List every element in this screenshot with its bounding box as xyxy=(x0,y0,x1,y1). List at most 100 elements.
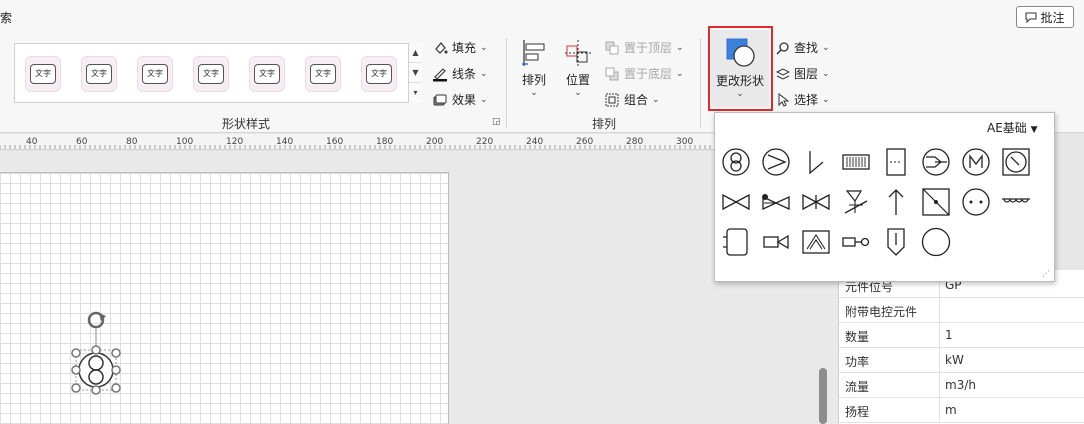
style-swatch[interactable]: 文字 xyxy=(305,56,341,92)
category-selector[interactable]: AE基础 ▼ xyxy=(987,119,1038,136)
comment-icon xyxy=(1025,12,1037,23)
arrange-icon xyxy=(522,40,545,66)
style-swatch[interactable]: 文字 xyxy=(249,56,285,92)
drawing-page[interactable] xyxy=(0,172,449,424)
selected-pump-shape[interactable] xyxy=(70,308,126,400)
property-row[interactable]: 扬程 m xyxy=(839,398,1084,423)
ruler-tick-label: 40 xyxy=(26,137,38,147)
line-button[interactable]: 线条 ⌄ xyxy=(432,65,488,82)
gallery-up-icon[interactable]: ▲ xyxy=(409,43,422,63)
chevron-down-icon: ⌄ xyxy=(574,88,582,98)
chevron-down-icon: ⌄ xyxy=(652,94,660,105)
shape-style-gallery[interactable]: 文字 文字 文字 文字 文字 文字 文字 xyxy=(14,43,422,103)
group-separator xyxy=(700,38,701,128)
ruler-tick-label: 300 xyxy=(676,137,693,147)
filter-symbol-icon[interactable] xyxy=(841,147,871,177)
style-swatch[interactable]: 文字 xyxy=(25,56,61,92)
effect-button[interactable]: 效果 ⌄ xyxy=(432,91,488,108)
group-button[interactable]: 组合 ⌄ xyxy=(604,91,660,108)
arrange-button[interactable]: 排列 ⌄ xyxy=(518,38,550,98)
nozzle-symbol-icon[interactable] xyxy=(761,227,791,257)
coil-symbol-icon[interactable] xyxy=(1001,187,1031,217)
group-icon xyxy=(605,93,619,106)
gallery-scroll[interactable]: ▲ ▼ ▾ xyxy=(408,43,422,103)
ruler-tick-label: 160 xyxy=(326,137,343,147)
ruler-tick-label: 120 xyxy=(226,137,243,147)
chevron-down-icon: ⌄ xyxy=(822,42,830,53)
damper-symbol-icon[interactable] xyxy=(881,147,911,177)
resize-grip-icon[interactable]: ⋰ xyxy=(1042,269,1050,278)
pump-symbol-icon[interactable] xyxy=(721,147,751,177)
highlight-box xyxy=(708,26,773,111)
send-back-icon xyxy=(605,67,619,80)
ruler-tick-label: 240 xyxy=(526,137,543,147)
dialog-launcher-icon[interactable]: ◲ xyxy=(492,117,501,127)
style-swatch[interactable]: 文字 xyxy=(137,56,173,92)
gate-valve-symbol-icon[interactable] xyxy=(721,187,751,217)
chevron-down-icon: ⌄ xyxy=(530,88,538,98)
chevron-down-icon: ⌄ xyxy=(676,42,684,53)
cursor-icon xyxy=(778,92,790,107)
arrange-group-label: 排列 xyxy=(592,117,617,131)
ruler-ticks: 40 60 80 100 120 140 160 180 200 220 240 260 280 300 xyxy=(0,137,716,149)
style-swatch[interactable]: 文字 xyxy=(193,56,229,92)
vertical-scrollbar-thumb[interactable] xyxy=(819,368,827,424)
tank-symbol-icon[interactable] xyxy=(721,227,751,257)
ruler-tick-label: 80 xyxy=(126,137,138,147)
layer-button[interactable]: 图层 ⌄ xyxy=(776,65,830,82)
fill-button[interactable]: 填充 ⌄ xyxy=(432,39,488,56)
instrument-circle-symbol-icon[interactable] xyxy=(961,187,991,217)
heat-exchanger-symbol-icon[interactable] xyxy=(921,147,951,177)
junction-symbol-icon[interactable] xyxy=(801,147,831,177)
horizontal-ruler: 40 60 80 100 120 140 160 180 200 220 240 260 280 300 xyxy=(0,134,716,150)
hopper-symbol-icon[interactable] xyxy=(801,227,831,257)
ruler-tick-label: 220 xyxy=(476,137,493,147)
style-swatch[interactable]: 文字 xyxy=(361,56,397,92)
ruler-tick-label: 140 xyxy=(276,137,293,147)
chevron-down-icon: ⌄ xyxy=(676,68,684,79)
group-separator xyxy=(506,38,507,128)
fan-symbol-icon[interactable] xyxy=(761,147,791,177)
gauge-symbol-icon[interactable] xyxy=(1001,147,1031,177)
select-button[interactable]: 选择 ⌄ xyxy=(776,91,830,108)
arrow-up-symbol-icon[interactable] xyxy=(881,187,911,217)
effect-icon xyxy=(433,94,447,105)
position-icon xyxy=(565,40,591,66)
partial-tab-label: 索 xyxy=(0,11,13,25)
property-row[interactable]: 数量 1 xyxy=(839,323,1084,348)
send-to-back-button[interactable]: 置于底层 ⌄ xyxy=(604,65,684,82)
ruler-tick-label: 180 xyxy=(376,137,393,147)
gallery-down-icon[interactable]: ▼ xyxy=(409,63,422,83)
orifice-symbol-icon[interactable] xyxy=(841,227,871,257)
search-icon xyxy=(776,41,789,55)
chevron-down-icon: ⌄ xyxy=(822,94,830,105)
bring-to-front-button[interactable]: 置于顶层 ⌄ xyxy=(604,39,684,56)
properties-panel: 元件位号 GP 附带电控元件 数量 1 功率 kW 流量 m3/h 扬程 m xyxy=(838,270,1084,424)
ball-valve-symbol-icon[interactable] xyxy=(761,187,791,217)
ruler-tick-label: 260 xyxy=(576,137,593,147)
property-row[interactable]: 功率 kW xyxy=(839,348,1084,373)
ruler-tick-label: 200 xyxy=(426,137,443,147)
caret-down-icon: ▼ xyxy=(1030,125,1038,135)
shield-shape-symbol-icon[interactable] xyxy=(881,227,911,257)
motor-symbol-icon[interactable] xyxy=(961,147,991,177)
relief-valve-symbol-icon[interactable] xyxy=(841,187,871,217)
property-row[interactable]: 流量 m3/h xyxy=(839,373,1084,398)
rotate-handle-icon xyxy=(87,311,106,329)
ruler-tick-label: 100 xyxy=(176,137,193,147)
chevron-down-icon: ⌄ xyxy=(480,42,488,53)
shape-styles-group-label: 形状样式 xyxy=(222,117,271,131)
position-button[interactable]: 位置 ⌄ xyxy=(562,38,594,98)
check-valve-symbol-icon[interactable] xyxy=(801,187,831,217)
pen-line-icon xyxy=(433,67,447,81)
find-button[interactable]: 查找 ⌄ xyxy=(776,39,830,56)
sensor-box-symbol-icon[interactable] xyxy=(921,187,951,217)
gallery-more-icon[interactable]: ▾ xyxy=(409,83,422,103)
circle-symbol-icon[interactable] xyxy=(921,227,951,257)
property-row[interactable]: 附带电控元件 xyxy=(839,298,1084,323)
chevron-down-icon: ⌄ xyxy=(480,68,488,79)
comment-button[interactable]: 批注 xyxy=(1016,6,1074,28)
style-swatch[interactable]: 文字 xyxy=(81,56,117,92)
chevron-down-icon: ⌄ xyxy=(822,68,830,79)
fill-bucket-icon xyxy=(435,41,448,54)
